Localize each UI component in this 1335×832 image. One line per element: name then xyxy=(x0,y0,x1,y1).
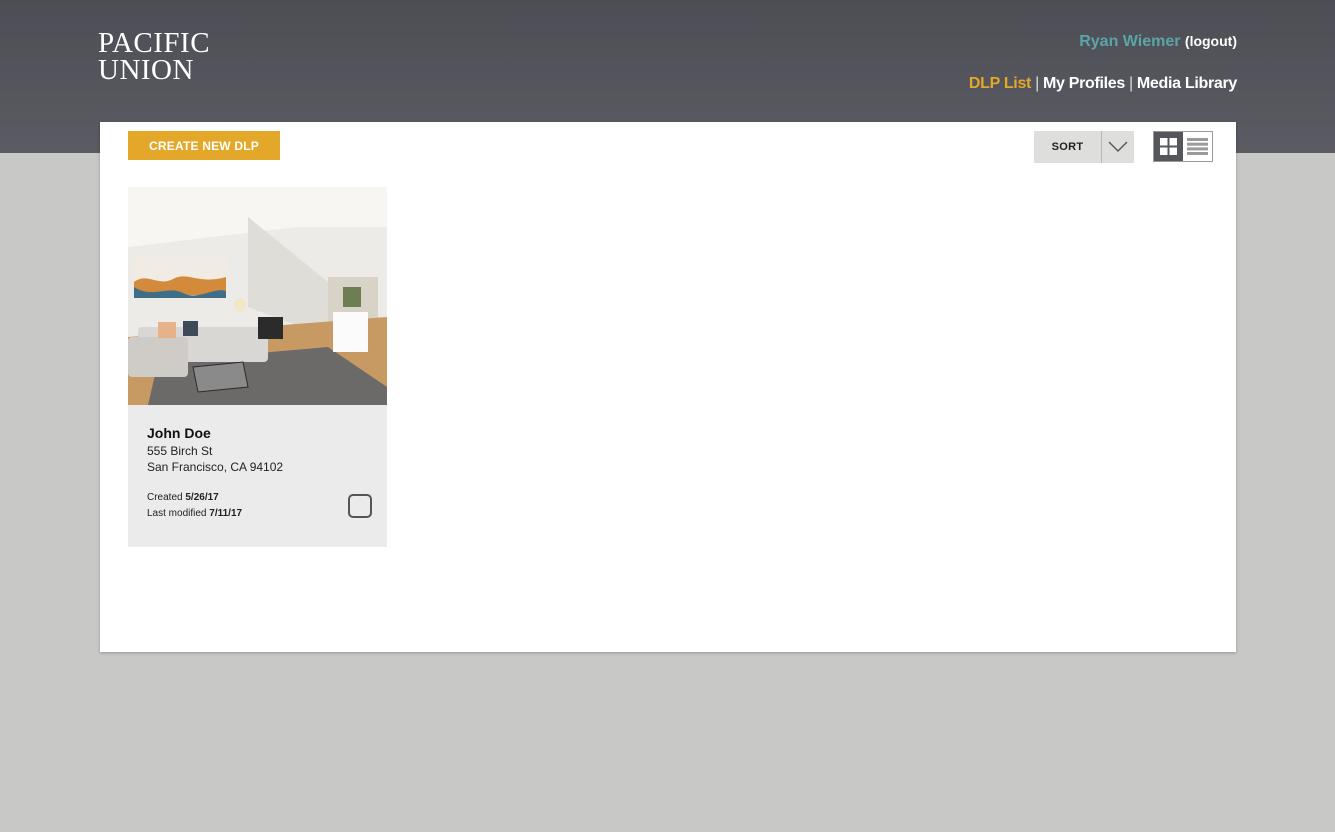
dlp-card[interactable]: John Doe 555 Birch St San Francisco, CA … xyxy=(128,187,387,547)
card-client-name: John Doe xyxy=(147,425,211,441)
pacific-union-logo[interactable]: PACIFIC UNION xyxy=(98,27,211,86)
card-select-checkbox[interactable] xyxy=(348,494,372,518)
grid-view-icon[interactable] xyxy=(1154,132,1183,161)
sort-label: SORT xyxy=(1051,141,1084,153)
nav-media-library[interactable]: Media Library xyxy=(1137,75,1237,92)
created-date: 5/26/17 xyxy=(185,492,219,503)
created-label: Created xyxy=(147,492,183,503)
list-view-icon[interactable] xyxy=(1183,132,1212,161)
modified-label: Last modified xyxy=(147,508,207,519)
logo-line-2: UNION xyxy=(98,54,194,86)
dlp-list-panel: CREATE NEW DLP SORT John Doe 555 Birch S… xyxy=(100,122,1236,652)
user-name[interactable]: Ryan Wiemer xyxy=(1079,33,1180,50)
nav-dlp-list[interactable]: DLP List xyxy=(969,75,1032,92)
card-address-line2: San Francisco, CA 94102 xyxy=(147,460,284,474)
card-created: Created 5/26/17 xyxy=(147,492,219,503)
nav-separator: | xyxy=(1035,75,1039,92)
logo-line-1: PACIFIC xyxy=(98,27,211,59)
card-address-line1: 555 Birch St xyxy=(147,444,213,458)
sort-dropdown[interactable]: SORT xyxy=(1034,131,1134,163)
nav-my-profiles[interactable]: My Profiles xyxy=(1043,75,1125,92)
view-toggle xyxy=(1153,131,1213,162)
create-new-dlp-button[interactable]: CREATE NEW DLP xyxy=(128,131,280,160)
chevron-down-icon[interactable] xyxy=(1102,141,1134,153)
main-nav: DLP List | My Profiles | Media Library xyxy=(969,75,1237,93)
listing-photo[interactable] xyxy=(128,187,387,405)
logout-link[interactable]: (logout) xyxy=(1185,33,1237,49)
nav-separator: | xyxy=(1129,75,1133,92)
user-area: Ryan Wiemer (logout) xyxy=(1079,33,1237,51)
card-modified: Last modified 7/11/17 xyxy=(147,508,242,519)
modified-date: 7/11/17 xyxy=(209,508,243,519)
